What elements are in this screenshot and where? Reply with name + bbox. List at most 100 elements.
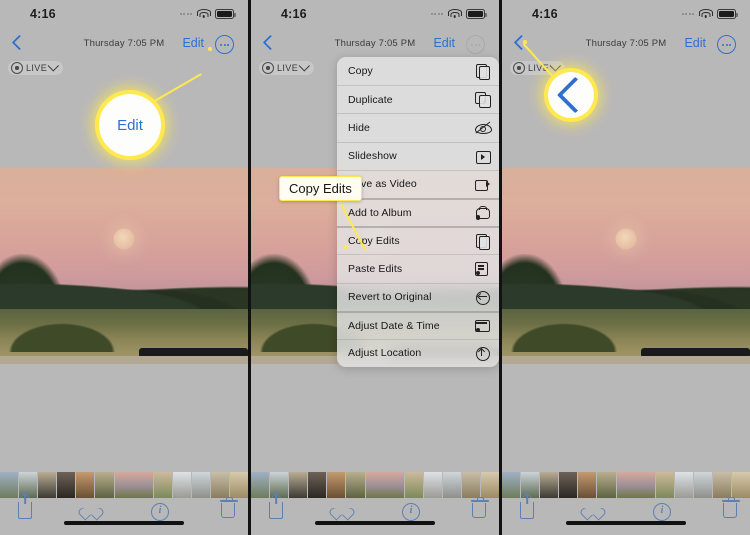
thumbnail[interactable] — [712, 472, 731, 498]
chevron-down-icon — [298, 60, 311, 72]
live-photo-badge[interactable]: LIVE — [259, 60, 315, 75]
thumbnail[interactable] — [442, 472, 461, 498]
thumbnail[interactable] — [153, 472, 172, 498]
moon — [615, 228, 637, 250]
wifi-icon — [447, 9, 462, 19]
menu-item-label: Duplicate — [348, 93, 393, 106]
cellular-signal-icon — [430, 13, 443, 15]
thumbnail[interactable] — [461, 472, 480, 498]
copy-icon — [475, 63, 490, 81]
status-time: 4:16 — [281, 7, 307, 21]
share-icon[interactable] — [514, 498, 540, 524]
menu-item-duplicate[interactable]: Duplicate + — [337, 85, 499, 113]
slideshow-icon — [475, 149, 491, 164]
thumbnail[interactable] — [57, 472, 76, 498]
live-photo-badge[interactable]: LIVE — [510, 60, 566, 75]
edit-button[interactable]: Edit — [182, 36, 204, 50]
callout-back — [548, 72, 594, 118]
thumbnail[interactable] — [191, 472, 210, 498]
thumbnail-selected[interactable] — [616, 472, 655, 498]
trash-icon[interactable] — [717, 497, 743, 524]
duplicate-icon: + — [475, 92, 491, 109]
photo-date-title: Thursday 7:05 PM — [585, 38, 667, 49]
thumbnail[interactable] — [693, 472, 712, 498]
video-camera-icon — [475, 177, 490, 192]
menu-item-label: Add to Album — [348, 207, 412, 220]
thumbnail[interactable] — [423, 472, 442, 498]
location-icon — [475, 346, 490, 361]
thumbnail[interactable] — [655, 472, 674, 498]
trash-icon[interactable] — [215, 497, 241, 524]
live-label: LIVE — [277, 63, 299, 73]
thumbnail[interactable] — [38, 472, 57, 498]
live-photo-badge[interactable]: LIVE — [8, 60, 64, 75]
edit-button[interactable]: Edit — [684, 36, 706, 50]
thumbnail[interactable] — [76, 472, 95, 498]
menu-item-label: Adjust Location — [348, 347, 422, 360]
thumbnail[interactable] — [540, 472, 559, 498]
thumbnail[interactable] — [229, 472, 248, 498]
battery-icon — [717, 9, 738, 19]
menu-item-adjust-location[interactable]: Adjust Location — [337, 338, 499, 367]
menu-item-hide[interactable]: Hide — [337, 113, 499, 141]
panel-1-edit-step: 4:16 Thursday 7:05 PM Edit LIVE i Edit — [0, 0, 248, 535]
thumbnail[interactable] — [95, 472, 114, 498]
calendar-icon — [475, 318, 490, 333]
back-chevron-icon — [556, 76, 594, 114]
thumbnail[interactable] — [346, 472, 365, 498]
thumbnail[interactable] — [251, 472, 270, 498]
thumbnail[interactable] — [597, 472, 616, 498]
trash-icon[interactable] — [466, 497, 492, 524]
more-options-icon[interactable] — [717, 35, 736, 54]
thumbnail[interactable] — [502, 472, 521, 498]
menu-item-add-to-album[interactable]: Add to Album — [337, 197, 499, 226]
photo-date-title: Thursday 7:05 PM — [334, 38, 416, 49]
thumbnail-strip[interactable] — [0, 472, 248, 498]
callout-copy-edits: Copy Edits — [279, 176, 362, 201]
menu-item-slideshow[interactable]: Slideshow — [337, 141, 499, 170]
menu-item-label: Hide — [348, 121, 370, 134]
thumbnail-selected[interactable] — [114, 472, 153, 498]
menu-item-copy[interactable]: Copy — [337, 57, 499, 85]
thumbnail[interactable] — [578, 472, 597, 498]
status-bar: 4:16 — [0, 0, 248, 30]
live-photo-icon — [11, 62, 23, 74]
more-options-icon[interactable] — [215, 35, 234, 54]
thumbnail[interactable] — [404, 472, 423, 498]
thumbnail[interactable] — [731, 472, 750, 498]
photo-viewer[interactable] — [0, 168, 248, 364]
thumbnail[interactable] — [0, 472, 19, 498]
photo-viewer[interactable] — [502, 168, 750, 364]
status-bar: 4:16 — [251, 0, 499, 30]
thumbnail[interactable] — [289, 472, 308, 498]
battery-icon — [215, 9, 236, 19]
home-indicator — [315, 521, 435, 525]
thumbnail-selected[interactable] — [365, 472, 404, 498]
thumbnail-strip[interactable] — [251, 472, 499, 498]
thumbnail[interactable] — [172, 472, 191, 498]
menu-item-paste-edits[interactable]: Paste Edits — [337, 254, 499, 282]
panel-3-back-step: 4:16 Thursday 7:05 PM Edit LIVE i — [502, 0, 750, 535]
status-indicators — [430, 9, 487, 19]
thumbnail-strip[interactable] — [502, 472, 750, 498]
home-indicator — [64, 521, 184, 525]
menu-item-revert-to-original[interactable]: Revert to Original — [337, 282, 499, 311]
wifi-icon — [196, 9, 211, 19]
thumbnail[interactable] — [327, 472, 346, 498]
paste-edits-icon — [475, 261, 490, 277]
menu-item-adjust-date-time[interactable]: Adjust Date & Time — [337, 310, 499, 339]
thumbnail[interactable] — [210, 472, 229, 498]
thumbnail[interactable] — [480, 472, 499, 498]
share-icon[interactable] — [12, 498, 38, 524]
thumbnail[interactable] — [308, 472, 327, 498]
more-options-icon[interactable] — [466, 35, 485, 54]
edit-button[interactable]: Edit — [433, 36, 455, 50]
share-icon[interactable] — [263, 498, 289, 524]
status-time: 4:16 — [30, 7, 56, 21]
home-indicator — [566, 521, 686, 525]
nav-bar: Thursday 7:05 PM Edit — [0, 30, 248, 58]
thumbnail[interactable] — [559, 472, 578, 498]
thumbnail[interactable] — [674, 472, 693, 498]
screenshot-stage: 4:16 Thursday 7:05 PM Edit LIVE i Edit 4… — [0, 0, 750, 535]
battery-icon — [466, 9, 487, 19]
